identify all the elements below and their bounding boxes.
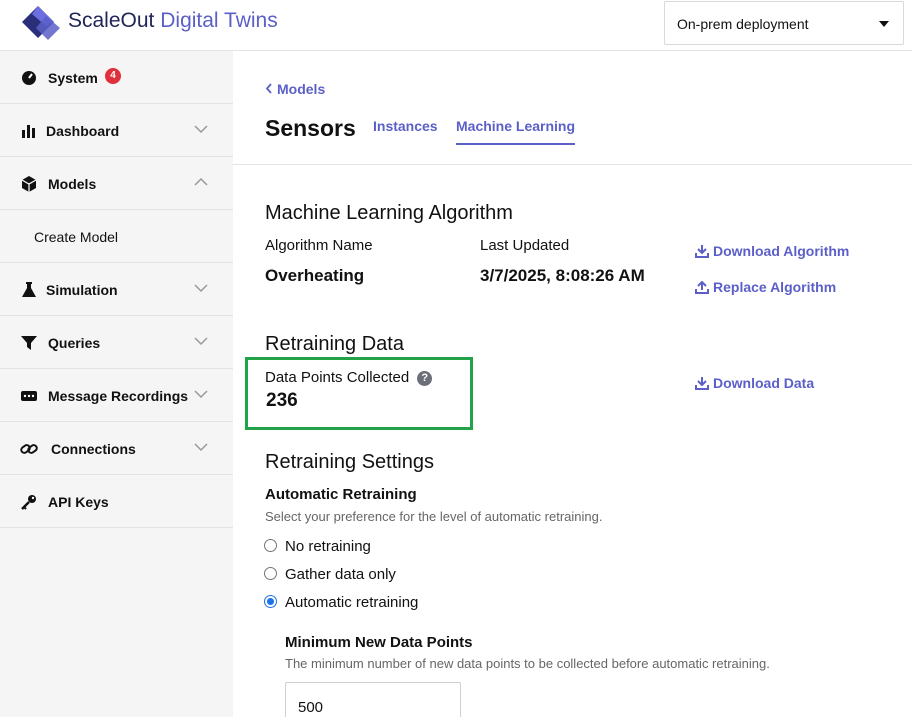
- sidebar-item-label: Dashboard: [46, 123, 120, 139]
- sidebar-subitem-create-model[interactable]: Create Model: [0, 210, 233, 263]
- sidebar-item-label: Queries: [48, 335, 101, 351]
- chevron-down-icon[interactable]: [194, 389, 208, 399]
- sidebar-item-api-keys[interactable]: API Keys: [0, 475, 233, 528]
- chevron-down-icon[interactable]: [194, 283, 208, 293]
- tab-machine-learning[interactable]: Machine Learning: [456, 118, 576, 145]
- automatic-retraining-heading: Automatic Retraining: [265, 486, 417, 503]
- radio-option-no-retraining[interactable]: No retraining: [264, 538, 371, 558]
- deployment-select[interactable]: On-prem deployment: [664, 1, 904, 45]
- radio-option-automatic-retraining[interactable]: Automatic retraining: [264, 594, 418, 614]
- radio-label: No retraining: [285, 538, 371, 555]
- radio-button-selected[interactable]: [264, 595, 277, 608]
- sidebar-item-label: API Keys: [48, 494, 109, 510]
- sidebar-item-label: Connections: [51, 441, 136, 457]
- back-label: Models: [277, 81, 326, 97]
- ml-algorithm-section-title: Machine Learning Algorithm: [265, 202, 513, 224]
- header-divider: [233, 164, 912, 165]
- replace-algorithm-label: Replace Algorithm: [713, 279, 837, 295]
- algorithm-name-label: Algorithm Name: [265, 237, 373, 254]
- sidebar-item-label: System: [48, 70, 98, 86]
- caret-down-icon: [879, 21, 889, 27]
- sidebar-item-connections[interactable]: Connections: [0, 422, 233, 475]
- sidebar-item-label: Message Recordings: [48, 388, 189, 404]
- sidebar-item-label: Simulation: [46, 282, 118, 298]
- download-data-label: Download Data: [713, 375, 815, 391]
- download-icon: [695, 245, 709, 258]
- key-icon: [21, 495, 36, 510]
- radio-button[interactable]: [264, 539, 277, 552]
- brand-part-1: ScaleOut: [68, 9, 155, 32]
- cube-icon: [21, 176, 37, 192]
- app-brand[interactable]: ScaleOut Digital Twins: [68, 9, 278, 33]
- notification-badge: 4: [105, 68, 121, 84]
- sidebar-item-message-recordings[interactable]: Message Recordings: [0, 369, 233, 422]
- data-points-label: Data Points Collected: [265, 369, 410, 386]
- filter-icon: [21, 336, 37, 350]
- sidebar: System 4 Dashboard Models Create Model S…: [0, 51, 233, 717]
- sidebar-item-label: Models: [48, 176, 97, 192]
- last-updated-label: Last Updated: [480, 237, 570, 254]
- radio-label: Automatic retraining: [285, 594, 419, 611]
- sidebar-item-queries[interactable]: Queries: [0, 316, 233, 369]
- last-updated-value: 3/7/2025, 8:08:26 AM: [480, 266, 645, 285]
- tab-instances[interactable]: Instances: [373, 118, 438, 134]
- minimum-new-data-points-help: The minimum number of new data points to…: [285, 656, 770, 671]
- sidebar-item-simulation[interactable]: Simulation: [0, 263, 233, 316]
- chevron-left-icon: [265, 83, 272, 94]
- chevron-up-icon[interactable]: [194, 177, 208, 187]
- link-icon: [20, 444, 38, 454]
- download-data-button[interactable]: Download Data: [695, 375, 814, 391]
- back-to-models-link[interactable]: Models: [265, 81, 325, 97]
- data-points-value: 236: [266, 390, 298, 411]
- retraining-settings-section-title: Retraining Settings: [265, 451, 434, 473]
- radio-button[interactable]: [264, 567, 277, 580]
- download-algorithm-button[interactable]: Download Algorithm: [695, 243, 849, 259]
- sidebar-item-system[interactable]: System 4: [0, 51, 233, 104]
- sidebar-item-dashboard[interactable]: Dashboard: [0, 104, 233, 157]
- brand-part-2: Digital Twins: [160, 9, 278, 32]
- sidebar-subitem-label: Create Model: [34, 229, 119, 245]
- radio-label: Gather data only: [285, 566, 396, 583]
- data-points-label-row: Data Points Collected?: [265, 369, 433, 386]
- top-header: ScaleOut Digital Twins On-prem deploymen…: [0, 0, 912, 51]
- page-title: Sensors: [265, 115, 356, 141]
- message-icon: [21, 391, 37, 401]
- gauge-icon: [22, 71, 36, 85]
- chevron-down-icon[interactable]: [194, 124, 208, 134]
- sidebar-item-models[interactable]: Models: [0, 157, 233, 210]
- chevron-down-icon[interactable]: [194, 442, 208, 452]
- download-icon: [695, 377, 709, 390]
- scaleout-logo-icon[interactable]: [20, 4, 62, 42]
- automatic-retraining-help: Select your preference for the level of …: [265, 509, 603, 524]
- minimum-new-data-points-heading: Minimum New Data Points: [285, 634, 473, 651]
- help-icon[interactable]: ?: [417, 371, 433, 386]
- download-algorithm-label: Download Algorithm: [713, 243, 850, 259]
- flask-icon: [22, 282, 36, 297]
- bar-chart-icon: [22, 125, 35, 138]
- minimum-new-data-points-input[interactable]: 500: [285, 682, 461, 717]
- upload-icon: [695, 280, 709, 294]
- algorithm-name-value: Overheating: [265, 266, 365, 285]
- radio-option-gather-data-only[interactable]: Gather data only: [264, 566, 396, 586]
- chevron-down-icon[interactable]: [194, 336, 208, 346]
- replace-algorithm-button[interactable]: Replace Algorithm: [695, 279, 836, 295]
- retraining-data-section-title: Retraining Data: [265, 333, 404, 355]
- deployment-select-value: On-prem deployment: [677, 16, 809, 32]
